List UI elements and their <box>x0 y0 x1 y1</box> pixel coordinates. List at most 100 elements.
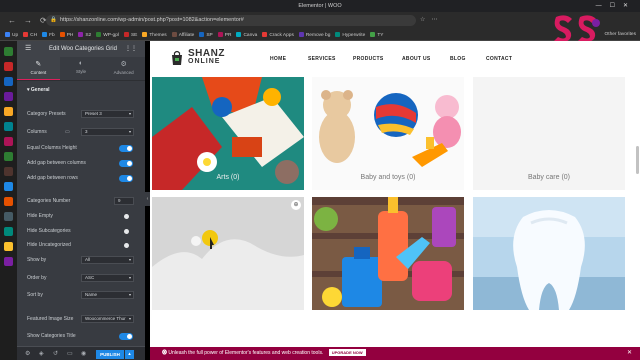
tab-content[interactable]: ✎ Content <box>17 57 60 80</box>
bookmark-label: S2 <box>85 33 92 38</box>
show-categories-title-label: Show Categories Title <box>27 333 76 339</box>
tab-style[interactable]: ◐ Style <box>60 57 103 80</box>
category-card-dental[interactable] <box>473 197 625 310</box>
nav-contact[interactable]: CONTACT <box>486 56 512 62</box>
nav-products[interactable]: PRODUCTS <box>353 56 383 62</box>
gap-columns-label: Add gap between columns <box>27 160 86 166</box>
window-controls[interactable]: —☐✕ <box>596 2 636 9</box>
field-columns: Columns ▭ 3 <box>27 127 137 137</box>
shopping-bag-icon <box>172 50 182 65</box>
bookmark-item[interactable]: TY <box>370 32 383 38</box>
gap-columns-toggle[interactable] <box>119 160 133 167</box>
promo-text: Unleash the full power of Elementor's fe… <box>168 350 324 356</box>
preview-scrollbar[interactable] <box>636 146 639 174</box>
bookmark-label: TY <box>377 33 384 38</box>
settings-icon[interactable]: ⚙ <box>25 350 30 357</box>
hamburger-icon[interactable]: ☰ <box>25 41 31 57</box>
history-icon[interactable]: ↺ <box>53 350 58 357</box>
bookmark-favicon-icon <box>370 32 376 37</box>
category-card-baby-care[interactable]: Baby care (0) <box>473 77 625 190</box>
bookmark-item[interactable]: Themes <box>142 32 167 38</box>
bookmark-item[interactable]: PH <box>59 32 73 38</box>
field-order-by: Order by ASC <box>27 273 137 283</box>
columns-select[interactable]: 3 <box>81 128 134 136</box>
bookmark-favicon-icon <box>59 32 65 37</box>
equal-columns-height-toggle[interactable] <box>119 145 133 152</box>
address-bar-icons[interactable]: ☆⋯ <box>420 16 443 23</box>
category-card-placeholder[interactable]: ⊕ <box>152 197 304 310</box>
layers-icon[interactable]: ◈ <box>39 350 44 357</box>
bookmark-label: Crack Apps <box>269 33 294 38</box>
bookmark-item[interactable]: Hyperwrite <box>335 32 365 38</box>
hide-subcategories-toggle[interactable] <box>119 228 133 235</box>
category-presets-select[interactable]: Preset 3 <box>81 110 134 118</box>
gap-rows-toggle[interactable] <box>119 175 133 182</box>
bookmark-item[interactable]: Canva <box>236 32 257 38</box>
nav-about-us[interactable]: ABOUT US <box>402 56 431 62</box>
category-count: (0) <box>230 174 240 181</box>
nav-services[interactable]: SERVICES <box>308 56 336 62</box>
show-by-label: Show by <box>27 257 47 263</box>
other-favorites[interactable]: Other favorites <box>605 32 636 37</box>
publish-button[interactable]: PUBLISH <box>96 350 124 359</box>
hide-empty-label: Hide Empty <box>27 213 53 219</box>
field-featured-image-size: Featured Image Size Woocommerce Thur <box>27 314 137 324</box>
gear-icon: ⚙ <box>120 61 127 68</box>
section-general[interactable]: ▾ General <box>17 81 145 99</box>
bookmark-item[interactable]: Crack Apps <box>262 32 294 38</box>
bookmark-item[interactable]: SE <box>123 32 137 38</box>
upgrade-now-button[interactable]: UPGRADE NOW <box>328 349 366 356</box>
close-icon[interactable]: ✕ <box>627 347 632 360</box>
bookmark-item[interactable]: PR <box>217 32 231 38</box>
equal-columns-height-label: Equal Columns Height <box>27 145 77 151</box>
publish-options-button[interactable]: ▴ <box>125 350 134 359</box>
category-card-arts[interactable]: Arts (0) <box>152 77 304 190</box>
show-categories-title-toggle[interactable] <box>119 333 133 340</box>
promo-icon: ⓿ <box>162 350 168 356</box>
bookmark-item[interactable]: SP <box>199 32 213 38</box>
image-edit-icon[interactable]: ⊕ <box>291 200 301 210</box>
hide-empty-toggle[interactable] <box>119 213 133 220</box>
sort-by-select[interactable]: Name <box>81 291 134 299</box>
bookmark-label: Canva <box>243 33 258 38</box>
category-card-baby-and-toys[interactable]: Baby and toys (0) <box>312 77 464 190</box>
hide-uncategorized-toggle[interactable] <box>119 242 133 249</box>
bookmark-item[interactable]: S2 <box>78 32 91 38</box>
bookmark-item[interactable]: Up <box>5 32 18 38</box>
tab-advanced-label: Advanced <box>113 70 134 75</box>
bookmark-item[interactable]: Affiliate <box>171 32 195 38</box>
side-app-strip <box>0 41 17 360</box>
category-presets-label: Category Presets <box>27 111 66 117</box>
widgets-grid-icon[interactable]: ⋮⋮ <box>125 41 137 57</box>
bookmarks-bar: Up CH Fb PH S2 WP-gpl SE Themes Affiliate SP PR Can… <box>0 29 640 41</box>
categories-number-input[interactable]: 9 <box>114 197 134 205</box>
site-logo[interactable]: SHANZ ONLINE <box>170 48 230 70</box>
order-by-select[interactable]: ASC <box>81 274 134 282</box>
bookmark-favicon-icon <box>142 32 148 37</box>
url-field[interactable]: 🔒 https://shanzonline.com/wp-admin/post.… <box>46 15 416 26</box>
address-bar-row: ←→⟳ 🔒 https://shanzonline.com/wp-admin/p… <box>0 12 640 29</box>
panel-header: ☰ Edit Woo Categories Grid ⋮⋮ <box>17 41 145 57</box>
tab-style-label: Style <box>76 69 87 74</box>
nav-home[interactable]: HOME <box>270 56 286 62</box>
bookmark-item[interactable]: CH <box>23 32 37 38</box>
show-by-select[interactable]: All <box>81 256 134 264</box>
featured-image-size-label: Featured Image Size <box>27 316 74 322</box>
half-circle-icon: ◐ <box>78 60 84 67</box>
panel-tabs: ✎ Content ◐ Style ⚙ Advanced <box>17 57 145 81</box>
bookmark-item[interactable]: Remove bg <box>298 32 330 38</box>
tab-advanced[interactable]: ⚙ Advanced <box>102 57 145 80</box>
responsive-icon[interactable]: ▭ <box>67 350 73 357</box>
bookmark-favicon-icon <box>335 32 341 37</box>
preview-icon[interactable]: ◉ <box>81 350 86 357</box>
bookmark-label: Affiliate <box>178 33 195 38</box>
bookmark-item[interactable]: WP-gpl <box>96 32 119 38</box>
nav-blog[interactable]: BLOG <box>450 56 466 62</box>
bookmark-favicon-icon <box>298 32 304 37</box>
category-name: Arts <box>216 174 229 181</box>
bookmark-favicon-icon <box>262 32 268 37</box>
featured-image-size-select[interactable]: Woocommerce Thur <box>81 315 134 323</box>
desktop-icon[interactable]: ▭ <box>65 127 70 137</box>
bookmark-item[interactable]: Fb <box>42 32 55 38</box>
category-card-cleaning[interactable] <box>312 197 464 310</box>
